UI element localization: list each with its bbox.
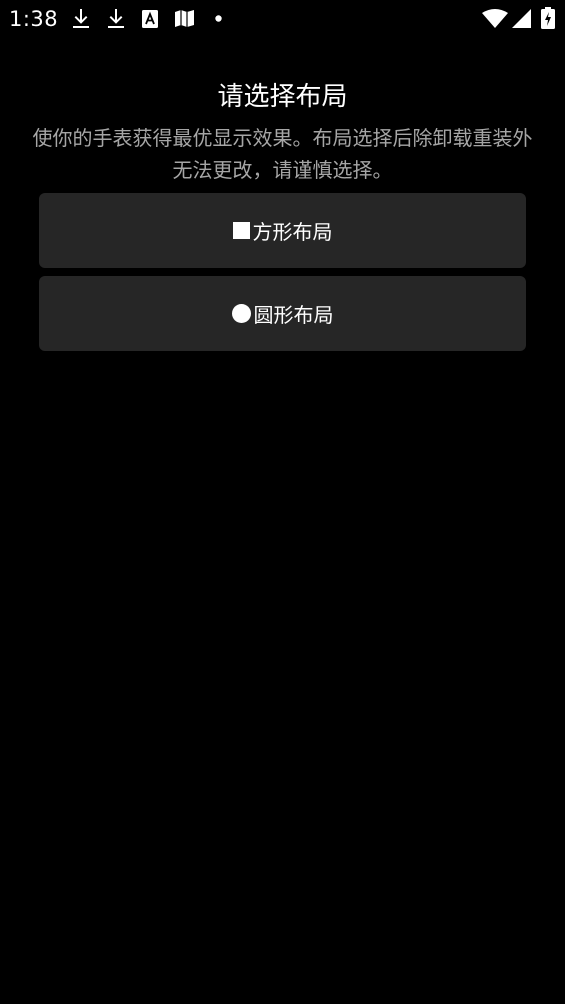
page-title: 请选择布局 — [217, 82, 348, 112]
circle-shape-icon — [231, 304, 251, 323]
square-layout-content: 方形布局 — [232, 216, 333, 245]
map-icon — [175, 10, 194, 27]
battery-charging-icon — [541, 7, 555, 29]
round-layout-label: 圆形布局 — [253, 303, 334, 327]
round-layout-button[interactable]: 圆形布局 — [39, 276, 526, 351]
round-layout-content: 圆形布局 — [231, 299, 334, 328]
download-icon — [72, 8, 90, 30]
square-layout-button[interactable]: 方形布局 — [39, 193, 526, 268]
download-icon — [107, 8, 125, 30]
square-shape-icon — [232, 222, 250, 239]
status-bar: 1:38 — [0, 0, 565, 38]
accessibility-icon — [142, 10, 158, 28]
square-layout-label: 方形布局 — [252, 220, 333, 244]
wifi-icon — [482, 9, 508, 28]
page-description: 使你的手表获得最优显示效果。布局选择后除卸载重装外无法更改，请谨慎选择。 — [32, 126, 533, 182]
signal-icon — [512, 9, 531, 28]
notification-dot-icon — [215, 15, 222, 22]
status-time: 1:38 — [9, 7, 59, 31]
